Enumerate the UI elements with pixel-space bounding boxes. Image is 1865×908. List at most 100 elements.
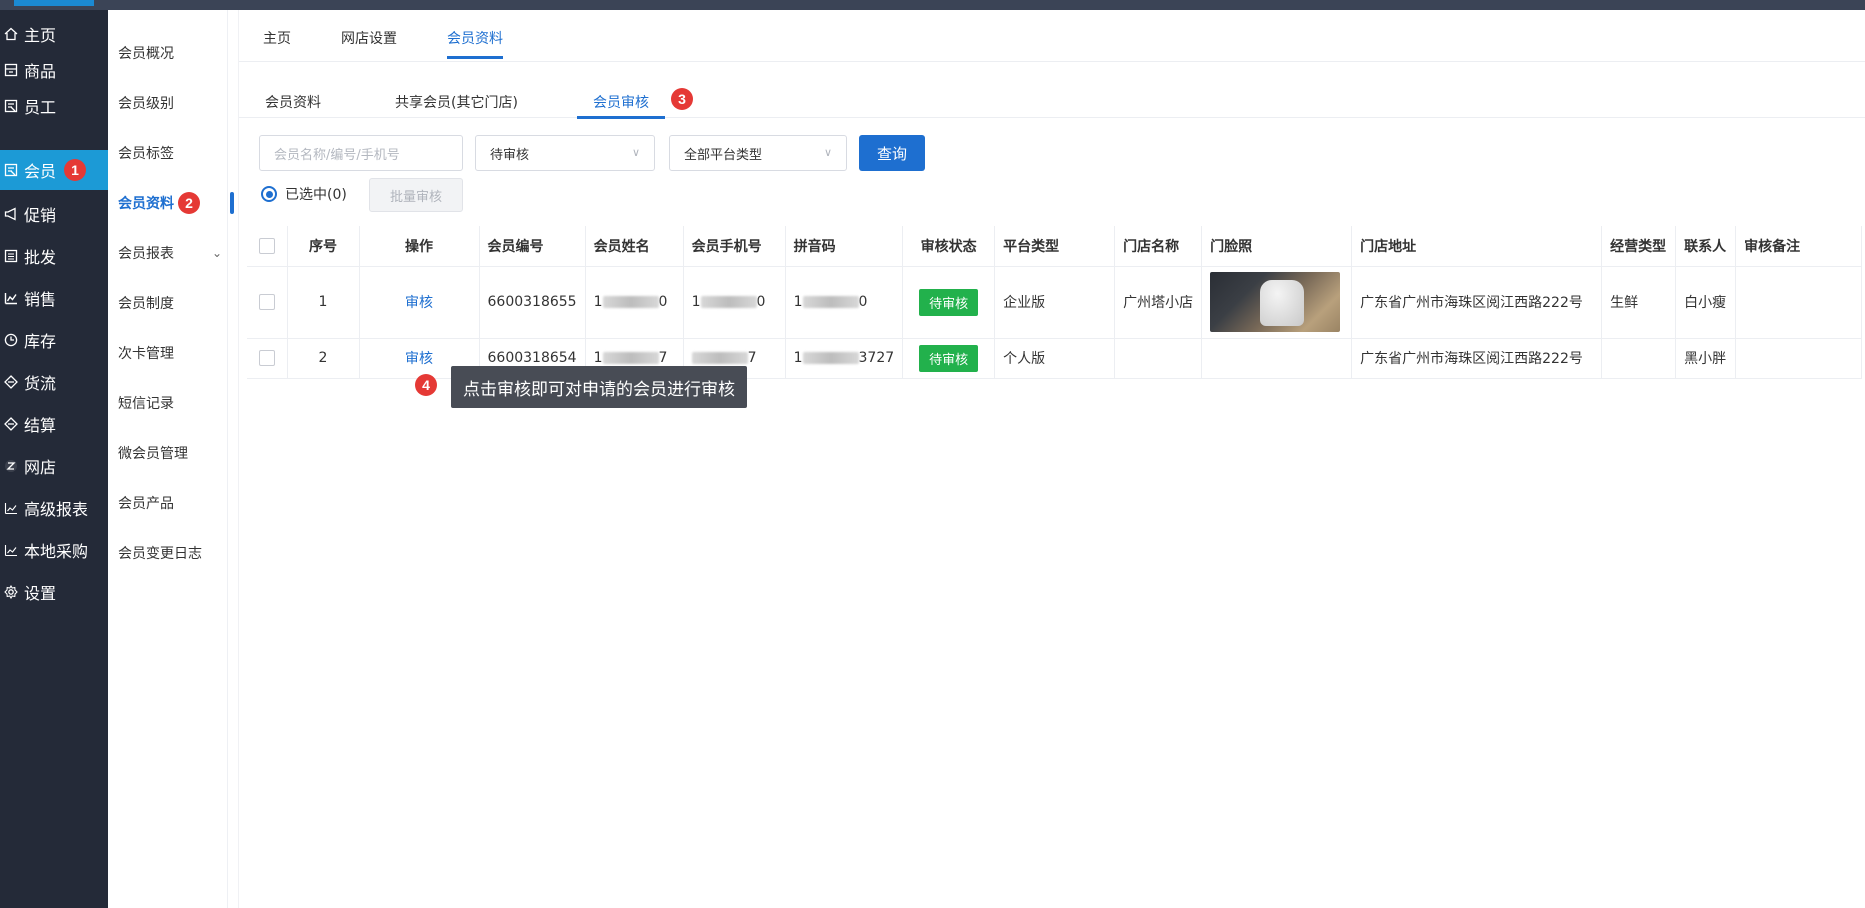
contact: 黑小胖: [1675, 338, 1737, 379]
submenu-item-report[interactable]: 会员报表 ⌄: [118, 236, 226, 270]
review-link[interactable]: 审核: [405, 295, 433, 311]
business-type: 生鲜: [1601, 266, 1677, 339]
sidebar-item-advanced-report[interactable]: 高级报表: [0, 488, 108, 528]
header-active-tab-indicator: [14, 0, 94, 6]
subtab-shared-member[interactable]: 共享会员(其它门店): [395, 92, 518, 112]
column-header: 审核备注: [1735, 226, 1863, 267]
submenu-item-label: 会员产品: [118, 496, 174, 512]
tab-shop-settings[interactable]: 网店设置: [341, 28, 397, 48]
review-remark: [1735, 266, 1863, 339]
member-submenu: 会员概况 会员级别 会员标签 会员资料 2 会员报表 ⌄ 会员制度 次卡管理 短…: [108, 10, 234, 908]
shop-icon: [4, 459, 18, 473]
sidebar-item-label: 本地采购: [24, 542, 89, 561]
sidebar-item-flow[interactable]: 货流: [0, 362, 108, 402]
submenu-item-system[interactable]: 会员制度: [118, 286, 226, 320]
status-select[interactable]: 待审核 ∨: [475, 135, 655, 171]
sidebar-item-inventory[interactable]: 库存: [0, 320, 108, 360]
sidebar-item-label: 结算: [24, 416, 57, 435]
sidebar-item-settings[interactable]: 设置: [0, 572, 108, 612]
sidebar-item-label: 主页: [24, 26, 57, 45]
column-header: 门脸照: [1201, 226, 1353, 267]
submenu-item-label: 会员制度: [118, 296, 174, 312]
status-select-value: 待审核: [490, 147, 530, 163]
store-photo[interactable]: [1210, 272, 1341, 332]
page-tabs: 主页 网店设置 会员资料: [239, 10, 1865, 62]
table-row: 1 审核 6600318655 10 10 10 待审核 企业版 广州塔小店 广…: [247, 266, 1863, 339]
subtab-member-review[interactable]: 会员审核: [577, 92, 665, 119]
report-icon: [4, 501, 18, 515]
step-badge-4: 4: [415, 374, 437, 396]
sidebar-item-label: 商品: [24, 62, 57, 81]
submenu-item-level[interactable]: 会员级别: [118, 86, 226, 120]
column-header: 会员手机号: [683, 226, 786, 267]
sidebar-item-label: 销售: [24, 290, 57, 309]
submenu-item-product[interactable]: 会员产品: [118, 486, 226, 520]
member-phone-masked: 10: [683, 266, 786, 339]
business-type: [1601, 338, 1677, 379]
submenu-item-overview[interactable]: 会员概况: [118, 36, 226, 70]
subtab-member-profile[interactable]: 会员资料: [265, 92, 321, 112]
column-header: 会员姓名: [585, 226, 684, 267]
submenu-item-sms[interactable]: 短信记录: [118, 386, 226, 420]
column-header: 序号: [287, 226, 360, 267]
row-number: 1: [287, 266, 360, 339]
query-button[interactable]: 查询: [859, 135, 925, 171]
sidebar-item-goods[interactable]: 商品: [0, 50, 108, 90]
sidebar-item-shop[interactable]: 网店: [0, 446, 108, 486]
pinyin-masked: 1 3727: [785, 338, 904, 379]
row-checkbox[interactable]: [258, 350, 275, 366]
masked-value: [802, 296, 859, 308]
sidebar-item-promotion[interactable]: 促销: [0, 194, 108, 234]
masked-value: [602, 352, 659, 364]
sidebar-item-wholesale[interactable]: 批发: [0, 236, 108, 276]
column-header: 平台类型: [994, 226, 1116, 267]
submenu-item-label: 会员标签: [118, 146, 174, 162]
submenu-item-label: 会员变更日志: [118, 546, 202, 562]
tab-home[interactable]: 主页: [263, 28, 291, 48]
sidebar-item-settlement[interactable]: 结算: [0, 404, 108, 444]
submenu-item-label: 会员概况: [118, 46, 174, 62]
staff-icon: [4, 99, 18, 113]
chevron-down-icon: ∨: [823, 146, 832, 159]
goods-icon: [4, 63, 18, 77]
masked-value: [802, 352, 859, 364]
row-checkbox[interactable]: [258, 294, 275, 310]
wholesale-icon: [4, 249, 18, 263]
submenu-item-profile[interactable]: 会员资料 2: [118, 186, 234, 220]
submenu-item-change-log[interactable]: 会员变更日志: [118, 536, 226, 570]
store-address: 广东省广州市海珠区阅江西路222号: [1351, 338, 1603, 379]
sidebar-item-label: 会员: [24, 162, 57, 181]
sidebar-item-home[interactable]: 主页: [0, 14, 108, 54]
sidebar-item-label: 设置: [24, 584, 57, 603]
sidebar-item-label: 员工: [24, 98, 57, 117]
search-input[interactable]: 会员名称/编号/手机号: [259, 135, 463, 171]
selected-count[interactable]: 已选中(0): [261, 184, 347, 204]
top-header-bar: [0, 0, 1865, 10]
settle-icon: [4, 417, 18, 431]
select-all-checkbox[interactable]: [258, 237, 275, 254]
main-content: 主页 网店设置 会员资料 会员资料 共享会员(其它门店) 会员审核 3 会员名称…: [238, 10, 1865, 908]
review-link[interactable]: 审核: [405, 351, 433, 367]
sidebar-item-sales[interactable]: 销售: [0, 278, 108, 318]
column-header: 审核状态: [902, 226, 996, 267]
submenu-item-label: 会员资料: [118, 196, 174, 212]
column-header: 操作: [359, 226, 480, 267]
platform-select[interactable]: 全部平台类型 ∨: [669, 135, 847, 171]
contact: 白小瘦: [1675, 266, 1737, 339]
submenu-item-micro-member[interactable]: 微会员管理: [118, 436, 226, 470]
sidebar-item-staff[interactable]: 员工: [0, 86, 108, 126]
sidebar-item-member[interactable]: 会员 1: [0, 150, 108, 190]
masked-value: [602, 296, 659, 308]
sidebar-item-label: 批发: [24, 248, 57, 267]
sidebar-item-local-purchase[interactable]: 本地采购: [0, 530, 108, 570]
store-photo-empty: [1201, 338, 1353, 379]
member-icon: [4, 163, 18, 177]
submenu-item-card[interactable]: 次卡管理: [118, 336, 226, 370]
store-address: 广东省广州市海珠区阅江西路222号: [1351, 266, 1603, 339]
submenu-item-tag[interactable]: 会员标签: [118, 136, 226, 170]
sidebar-item-label: 货流: [24, 374, 57, 393]
sidebar-item-label: 库存: [24, 332, 57, 351]
tab-member-profile[interactable]: 会员资料: [447, 28, 503, 59]
submenu-item-label: 会员报表: [118, 246, 174, 262]
platform-type: 个人版: [994, 338, 1116, 379]
